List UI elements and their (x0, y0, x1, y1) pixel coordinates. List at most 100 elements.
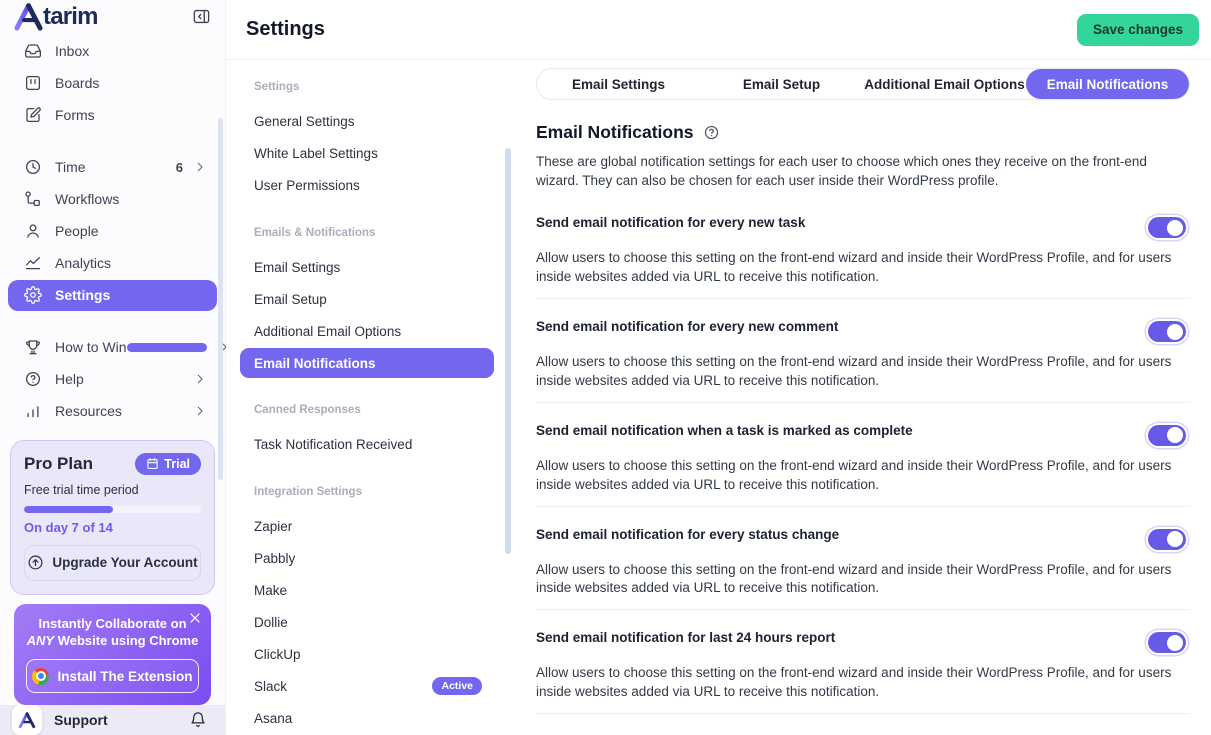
settings-nav-item-dollie[interactable]: Dollie (254, 606, 514, 638)
settings-nav-section: Settings General Settings White Label Se… (254, 81, 514, 201)
save-changes-button[interactable]: Save changes (1077, 14, 1199, 46)
settings-nav-heading: Canned Responses (254, 404, 514, 418)
email-tabs: Email SettingsEmail SetupAdditional Emai… (536, 68, 1190, 100)
settings-nav-item-email-settings[interactable]: Email Settings (254, 251, 514, 283)
close-icon[interactable] (188, 611, 202, 625)
sidebar-item-label: How to Win (55, 339, 127, 355)
settings-nav-item-task-notification-received[interactable]: Task Notification Received (254, 428, 514, 460)
banner-line1: Instantly Collaborate on (38, 616, 186, 631)
plan-subtitle: Free trial time period (24, 483, 201, 497)
settings-nav-heading: Settings (254, 81, 514, 95)
logo-a-mark-icon (13, 1, 44, 32)
sidebar-scrollbar[interactable] (218, 118, 223, 480)
banner-line2-emphasis: ANY (27, 633, 54, 648)
clock-icon (24, 158, 42, 176)
settings-nav-item-make[interactable]: Make (254, 574, 514, 606)
sidebar-item-boards[interactable]: Boards (8, 68, 217, 99)
settings-nav-item-label: Dollie (254, 615, 288, 630)
notification-row: Send email notification for every status… (536, 507, 1190, 611)
toggle-switch[interactable] (1148, 632, 1186, 653)
sidebar-item-workflows[interactable]: Workflows (8, 184, 217, 215)
settings-nav-item-label: White Label Settings (254, 146, 378, 161)
sidebar-item-forms[interactable]: Forms (8, 100, 217, 131)
help-icon (24, 370, 42, 388)
gear-icon (24, 286, 42, 304)
tab-email-notifications[interactable]: Email Notifications (1026, 69, 1189, 99)
upgrade-account-button[interactable]: Upgrade Your Account (24, 545, 201, 581)
sidebar-item-label: Forms (55, 107, 95, 123)
settings-nav-item-user-permissions[interactable]: User Permissions (254, 169, 514, 201)
settings-nav-item-slack[interactable]: Slack Active (254, 670, 514, 702)
upgrade-account-label: Upgrade Your Account (52, 555, 197, 570)
person-icon (24, 222, 42, 240)
settings-nav-section: Emails & Notifications Email Settings Em… (254, 227, 514, 378)
settings-nav-item-email-setup[interactable]: Email Setup (254, 283, 514, 315)
analytics-icon (24, 254, 42, 272)
notification-description: Allow users to choose this setting on th… (536, 664, 1190, 702)
sidebar-item-people[interactable]: People (8, 216, 217, 247)
sidebar-item-settings[interactable]: Settings (8, 280, 217, 311)
resources-icon (24, 402, 42, 420)
toggle-switch[interactable] (1148, 217, 1186, 238)
boards-icon (24, 74, 42, 92)
help-circle-icon[interactable] (703, 124, 720, 141)
notification-description: Allow users to choose this setting on th… (536, 249, 1190, 287)
sidebar-item-resources[interactable]: Resources (8, 396, 217, 427)
toggle-switch[interactable] (1148, 425, 1186, 446)
sidebar: tarim Inbox Boards Forms Time 6 Workflow… (0, 0, 226, 735)
settings-nav-item-label: General Settings (254, 114, 355, 129)
sidebar-item-analytics[interactable]: Analytics (8, 248, 217, 279)
active-badge: Active (432, 677, 482, 695)
atarim-logo[interactable]: tarim (13, 1, 98, 32)
banner-line2-rest: Website using Chrome (54, 633, 198, 648)
sidebar-item-help[interactable]: Help (8, 364, 217, 395)
notification-description: Allow users to choose this setting on th… (536, 353, 1190, 391)
sidebar-item-inbox[interactable]: Inbox (8, 36, 217, 67)
settings-nav-section: Integration Settings Zapier Pabbly Make … (254, 486, 514, 734)
sidebar-nav: Inbox Boards Forms Time 6 Workflows Peop… (0, 34, 225, 428)
settings-nav-section: Canned Responses Task Notification Recei… (254, 404, 514, 460)
settings-nav-item-general-settings[interactable]: General Settings (254, 105, 514, 137)
settings-nav-item-email-notifications[interactable]: Email Notifications (240, 348, 494, 378)
settings-nav-heading: Emails & Notifications (254, 227, 514, 241)
sidebar-item-label: Time (55, 159, 86, 175)
notification-row: Send email notification for last 24 hour… (536, 610, 1190, 714)
settings-nav-item-clickup[interactable]: ClickUp (254, 638, 514, 670)
bell-icon[interactable] (189, 711, 207, 729)
support-bar[interactable]: Support (0, 705, 225, 735)
notification-title: Send email notification when a task is m… (536, 423, 913, 438)
toggle-switch[interactable] (1148, 529, 1186, 550)
sidebar-item-label: Boards (55, 75, 99, 91)
logo-a-mark-icon (18, 711, 36, 729)
notification-row: Send email notification for every new ta… (536, 215, 1190, 299)
settings-nav-item-asana[interactable]: Asana (254, 702, 514, 734)
inbox-icon (24, 42, 42, 60)
extension-banner: Instantly Collaborate on ANY Website usi… (14, 604, 211, 705)
count-badge: 6 (176, 160, 183, 175)
notification-description: Allow users to choose this setting on th… (536, 457, 1190, 495)
sidebar-item-time[interactable]: Time 6 (8, 152, 217, 183)
settings-nav-item-additional-email-options[interactable]: Additional Email Options (254, 315, 514, 347)
settings-nav-item-label: Make (254, 583, 287, 598)
settings-nav-item-zapier[interactable]: Zapier (254, 510, 514, 542)
settings-nav-item-pabbly[interactable]: Pabbly (254, 542, 514, 574)
tab-email-setup[interactable]: Email Setup (700, 69, 863, 99)
support-label: Support (54, 712, 108, 728)
toggle-switch[interactable] (1148, 321, 1186, 342)
settings-nav-item-label: Additional Email Options (254, 324, 401, 339)
settings-nav-item-label: Slack (254, 679, 287, 694)
tab-additional-email-options[interactable]: Additional Email Options (863, 69, 1026, 99)
install-extension-button[interactable]: Install The Extension (26, 659, 199, 693)
sidebar-item-how-to-win[interactable]: How to Win (8, 332, 217, 363)
trophy-icon (24, 338, 42, 356)
section-title: Email Notifications (536, 122, 694, 143)
collapse-sidebar-button[interactable] (192, 7, 211, 26)
main-area: Settings Save changes Settings General S… (226, 0, 1211, 735)
chrome-icon (32, 668, 49, 685)
content-panel: Email SettingsEmail SetupAdditional Emai… (514, 60, 1211, 735)
tab-email-settings[interactable]: Email Settings (537, 69, 700, 99)
chevron-right-icon (193, 404, 207, 418)
settings-nav-item-white-label-settings[interactable]: White Label Settings (254, 137, 514, 169)
trial-badge[interactable]: Trial (135, 453, 201, 475)
settings-nav-scrollbar[interactable] (505, 148, 511, 554)
